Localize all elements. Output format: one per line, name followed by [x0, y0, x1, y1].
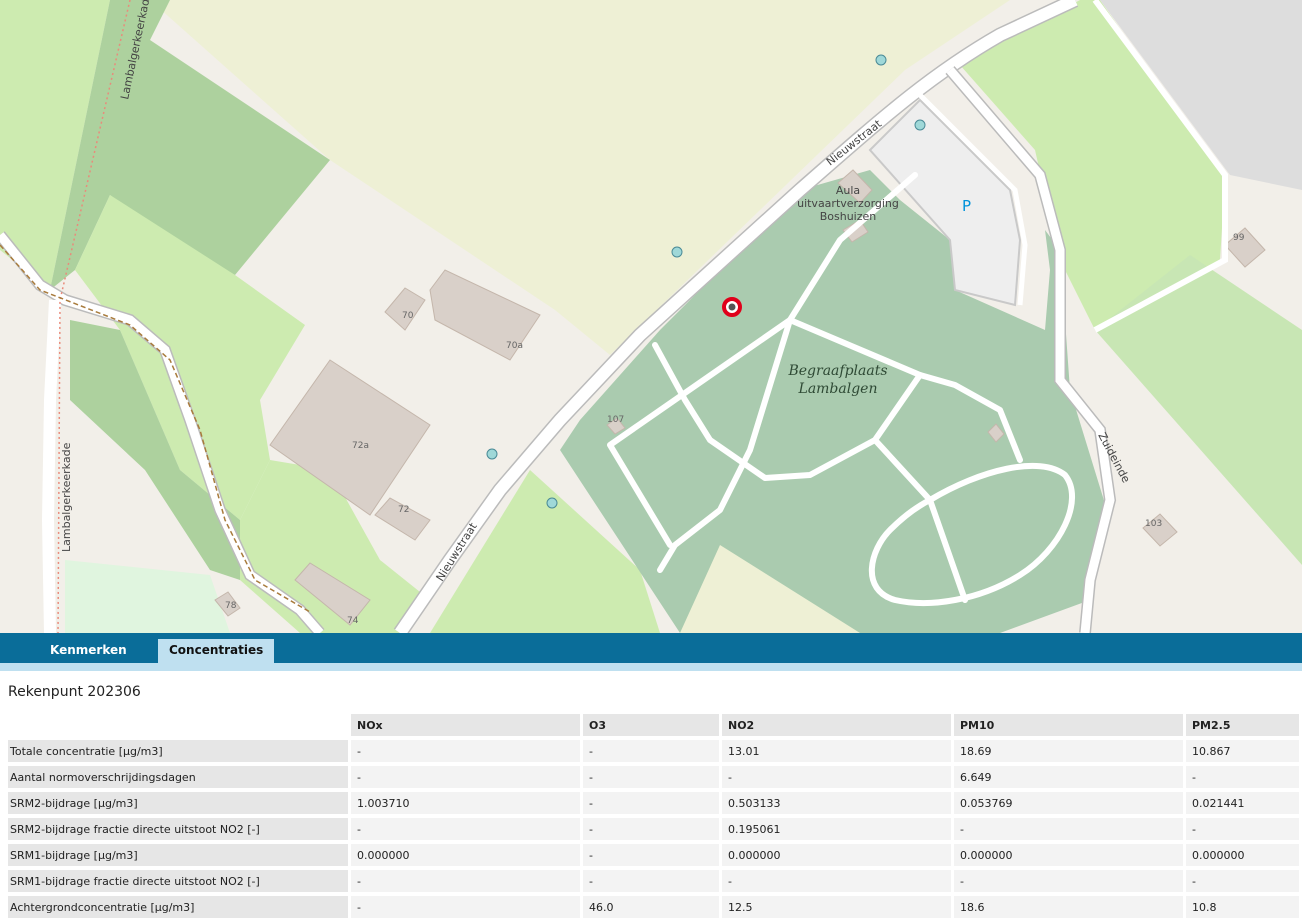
table-row: SRM2-bijdrage fractie directe uitstoot N… [8, 818, 1302, 844]
table-cell: - [583, 844, 722, 870]
table-row: Achtergrondconcentratie [µg/m3] -46.0 12.5… [8, 896, 1302, 922]
table-header-row: NOx O3 NO2 PM10 PM2.5 [8, 714, 1302, 740]
table-cell: - [583, 792, 722, 818]
table-cell: - [583, 740, 722, 766]
table-cell: - [722, 766, 954, 792]
concentrations-panel: Rekenpunt 202306 NOx O3 NO2 PM10 PM2.5 T… [0, 671, 1302, 922]
row-label: SRM1-bijdrage [µg/m3] [8, 844, 351, 870]
concentrations-table: NOx O3 NO2 PM10 PM2.5 Totale concentrati… [8, 714, 1302, 922]
cemetery-label-2: Lambalgen [798, 381, 878, 397]
table-cell: 1.003710 [351, 792, 583, 818]
row-label: SRM2-bijdrage fractie directe uitstoot N… [8, 818, 351, 844]
table-cell: 18.6 [954, 896, 1186, 922]
table-row: SRM1-bijdrage fractie directe uitstoot N… [8, 870, 1302, 896]
street-label-lambalgerkeerkade-lower: Lambalgerkeerkade [60, 442, 73, 552]
house-number: 107 [607, 415, 624, 425]
table-cell: - [954, 870, 1186, 896]
table-cell: 0.000000 [1186, 844, 1302, 870]
table-cell: 0.000000 [954, 844, 1186, 870]
house-number: 78 [225, 601, 237, 611]
table-row: SRM1-bijdrage [µg/m3] 0.000000-0.000000 0.… [8, 844, 1302, 870]
table-cell: 46.0 [583, 896, 722, 922]
column-header-nox: NOx [351, 714, 583, 740]
place-label-aula-1: Aula [836, 184, 860, 197]
table-cell: 12.5 [722, 896, 954, 922]
tab-kenmerken[interactable]: Kenmerken [39, 639, 138, 663]
house-number: 72a [352, 441, 369, 451]
selected-point-marker-center [728, 303, 736, 311]
house-number: 70a [506, 341, 523, 351]
column-header-pm25: PM2.5 [1186, 714, 1302, 740]
table-cell: 10.867 [1186, 740, 1302, 766]
table-cell: 18.69 [954, 740, 1186, 766]
column-header-no2: NO2 [722, 714, 954, 740]
table-cell: - [351, 818, 583, 844]
table-cell: 0.000000 [722, 844, 954, 870]
road-lambalgerkeerkade-west [41, 299, 61, 633]
column-header-pm10: PM10 [954, 714, 1186, 740]
row-label: Totale concentratie [µg/m3] [8, 740, 351, 766]
table-header-blank [8, 714, 351, 740]
table-row: SRM2-bijdrage [µg/m3] 1.003710-0.503133 0.… [8, 792, 1302, 818]
building-70 [384, 287, 426, 331]
table-cell: - [351, 766, 583, 792]
table-cell: 0.000000 [351, 844, 583, 870]
table-cell: 0.503133 [722, 792, 954, 818]
table-cell: - [583, 818, 722, 844]
house-number: 103 [1145, 519, 1162, 529]
table-cell: - [351, 870, 583, 896]
calculation-point-marker[interactable] [546, 497, 558, 509]
tab-underline [0, 663, 1302, 671]
tab-bar: Kenmerken Concentraties [0, 633, 1302, 663]
house-number: 70 [402, 311, 414, 321]
tab-concentraties[interactable]: Concentraties [158, 639, 275, 663]
calculation-point-marker[interactable] [486, 448, 498, 460]
house-number: 74 [347, 616, 359, 626]
row-label: Achtergrondconcentratie [µg/m3] [8, 896, 351, 922]
map-canvas[interactable]: Nieuwstraat Nieuwstraat Lambalgerkeerkad… [0, 0, 1302, 633]
place-label-aula-2: uitvaartverzorging [797, 197, 899, 210]
row-label: Aantal normoverschrijdingsdagen [8, 766, 351, 792]
table-cell: 13.01 [722, 740, 954, 766]
map-view[interactable]: Nieuwstraat Nieuwstraat Lambalgerkeerkad… [0, 0, 1302, 633]
table-cell: 6.649 [954, 766, 1186, 792]
table-cell: 0.195061 [722, 818, 954, 844]
table-cell: 10.8 [1186, 896, 1302, 922]
house-number: 72 [398, 505, 409, 515]
calculation-point-marker[interactable] [671, 246, 683, 258]
table-cell: - [351, 896, 583, 922]
table-cell: 0.053769 [954, 792, 1186, 818]
place-label-aula-3: Boshuizen [820, 210, 877, 223]
house-number: 99 [1233, 233, 1245, 243]
column-header-o3: O3 [583, 714, 722, 740]
calculation-point-marker[interactable] [875, 54, 887, 66]
table-cell: 0.021441 [1186, 792, 1302, 818]
cemetery-label-1: Begraafplaats [787, 363, 887, 379]
table-cell: - [351, 740, 583, 766]
table-cell: - [1186, 766, 1302, 792]
calculation-point-title: Rekenpunt 202306 [8, 684, 141, 700]
table-cell: - [954, 818, 1186, 844]
table-cell: - [583, 766, 722, 792]
table-cell: - [1186, 870, 1302, 896]
grass-area-sw-corner [65, 560, 230, 633]
table-row: Totale concentratie [µg/m3] - -13.01 18.69 1… [8, 740, 1302, 766]
table-row: Aantal normoverschrijdingsdagen - - -6.649- [8, 766, 1302, 792]
building-99 [1224, 227, 1266, 268]
parking-icon: P [962, 197, 971, 215]
table-cell: - [583, 870, 722, 896]
table-cell: - [1186, 818, 1302, 844]
row-label: SRM1-bijdrage fractie directe uitstoot N… [8, 870, 351, 896]
row-label: SRM2-bijdrage [µg/m3] [8, 792, 351, 818]
table-cell: - [722, 870, 954, 896]
calculation-point-marker[interactable] [914, 119, 926, 131]
